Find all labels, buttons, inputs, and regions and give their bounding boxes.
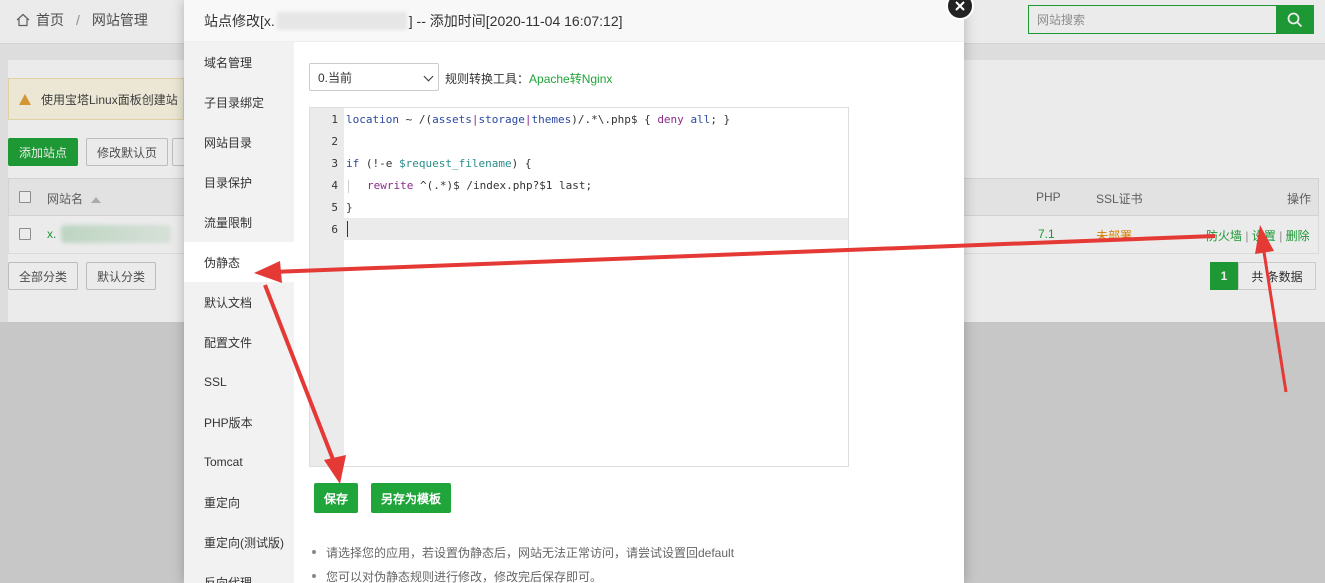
line-number: 5: [331, 201, 338, 214]
nav-ssl[interactable]: SSL: [184, 362, 294, 402]
nav-subdir-binding[interactable]: 子目录绑定: [184, 82, 294, 122]
apache-to-nginx-link[interactable]: Apache转Nginx: [529, 72, 612, 86]
nav-rewrite[interactable]: 伪静态: [184, 242, 294, 282]
nav-domain[interactable]: 域名管理: [184, 42, 294, 82]
converter-label: 规则转换工具：: [445, 72, 530, 86]
text-cursor: [347, 221, 348, 237]
redacted-domain: [276, 11, 407, 30]
line-number: 4: [331, 179, 338, 192]
tip-item: 请选择您的应用，若设置伪静态后，网站无法正常访问，请尝试设置回default: [312, 540, 734, 564]
chevron-down-icon: [423, 71, 434, 82]
modal-title: 站点修改[x. ] -- 添加时间[2020-11-04 16:07:12]: [184, 0, 964, 42]
nav-php-version[interactable]: PHP版本: [184, 402, 294, 442]
modal-title-suffix: ] -- 添加时间[2020-11-04 16:07:12]: [408, 12, 623, 29]
code-line-4: rewrite ^(.*)$ /index.php?$1 last;: [346, 179, 592, 193]
nav-dir-protection[interactable]: 目录保护: [184, 162, 294, 202]
indent-guide: [348, 179, 349, 193]
code-editor[interactable]: 1 2 3 4 5 6 location ~ /(assets|storage|…: [309, 107, 849, 467]
nav-config-file[interactable]: 配置文件: [184, 322, 294, 362]
tip-item: 您可以对伪静态规则进行修改，修改完后保存即可。: [312, 564, 734, 583]
modal-sidenav: 域名管理 子目录绑定 网站目录 目录保护 流量限制 伪静态 默认文档 配置文件 …: [184, 42, 294, 583]
select-value: 0.当前: [318, 70, 353, 85]
nav-site-directory[interactable]: 网站目录: [184, 122, 294, 162]
code-line-5: }: [346, 201, 353, 214]
save-button[interactable]: 保存: [314, 483, 359, 513]
nav-tomcat[interactable]: Tomcat: [184, 442, 294, 482]
line-number: 1: [331, 113, 338, 126]
line-number: 6: [331, 223, 338, 236]
nav-redirect[interactable]: 重定向: [184, 482, 294, 522]
line-number: 3: [331, 157, 338, 170]
nav-traffic-limit[interactable]: 流量限制: [184, 202, 294, 242]
close-icon: [955, 1, 965, 11]
nav-reverse-proxy[interactable]: 反向代理: [184, 562, 294, 583]
modal-title-prefix: 站点修改[x.: [204, 12, 275, 29]
help-tips: 请选择您的应用，若设置伪静态后，网站无法正常访问，请尝试设置回default 您…: [312, 540, 734, 583]
code-line-3: if (!-e $request_filename) {: [346, 157, 532, 170]
nav-default-doc[interactable]: 默认文档: [184, 282, 294, 322]
rewrite-template-select[interactable]: 0.当前: [309, 63, 439, 91]
save-as-template-button[interactable]: 另存为模板: [371, 483, 452, 513]
line-number: 2: [331, 135, 338, 148]
nav-redirect-beta[interactable]: 重定向(测试版): [184, 522, 294, 562]
active-line-highlight: [344, 218, 848, 240]
rewrite-panel: 0.当前 规则转换工具：Apache转Nginx 1 2 3 4 5 6 loc…: [294, 42, 964, 583]
converter-tool: 规则转换工具：Apache转Nginx: [445, 70, 612, 87]
code-line-1: location ~ /(assets|storage|themes)/.*\.…: [346, 113, 731, 126]
site-edit-modal: 站点修改[x. ] -- 添加时间[2020-11-04 16:07:12] 域…: [184, 0, 974, 583]
